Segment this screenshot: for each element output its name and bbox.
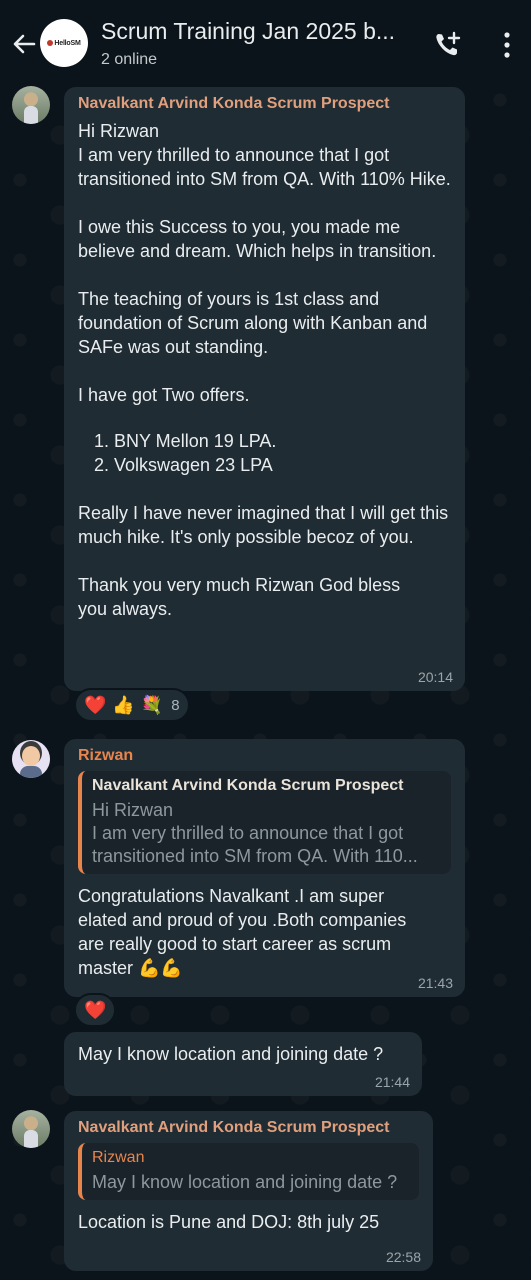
message-timestamp: 21:43 [417, 975, 453, 991]
message-text: Congratulations Navalkant .I am super el… [78, 886, 412, 978]
sender-avatar[interactable] [12, 86, 50, 124]
message-timestamp: 21:44 [374, 1074, 410, 1090]
message-paragraph: I owe this Success to you, you made me b… [78, 217, 437, 261]
quoted-text: I am very thrilled to announce that I go… [92, 823, 404, 843]
message-paragraph: Really I have never imagined that I will… [78, 503, 454, 547]
heart-reaction-icon: ❤️ [84, 999, 107, 1020]
sender-name[interactable]: Navalkant Arvind Konda Scrum Prospect [78, 95, 451, 113]
list-item: BNY Mellon 19 LPA. [114, 429, 451, 453]
group-avatar[interactable]: HelloSM [40, 19, 88, 67]
more-vertical-icon [504, 32, 510, 58]
message-text: Location is Pune and DOJ: 8th july 25 [78, 1212, 380, 1232]
message-paragraph: I have got Two offers. [78, 385, 250, 405]
back-button[interactable] [8, 28, 40, 60]
reaction-count: 8 [171, 696, 180, 714]
message-paragraph: The teaching of yours is 1st class and f… [78, 289, 433, 357]
message-timestamp: 20:14 [417, 669, 453, 685]
sender-avatar[interactable] [12, 740, 50, 778]
message-paragraph: Hi Rizwan I am very thrilled to announce… [78, 121, 451, 189]
sender-name[interactable]: Rizwan [78, 747, 451, 765]
chat-title: Scrum Training Jan 2025 b... [101, 18, 396, 44]
thumbs-up-reaction-icon: 👍 [112, 694, 135, 715]
message-bubble[interactable]: May I know location and joining date ? 2… [64, 1032, 422, 1096]
message-timestamp: 22:58 [385, 1249, 421, 1265]
quoted-sender: Rizwan [92, 1149, 145, 1166]
arrow-left-icon [13, 34, 36, 54]
reactions-bar[interactable]: ❤️ [74, 993, 117, 1027]
sender-avatar[interactable] [12, 1110, 50, 1148]
logo-mark-icon [47, 40, 54, 46]
message-bubble[interactable]: Navalkant Arvind Konda Scrum Prospect Ri… [64, 1111, 433, 1271]
chat-header: HelloSM Scrum Training Jan 2025 b... 2 o… [0, 0, 531, 84]
message-paragraph: Thank you very much Rizwan God bless you… [78, 575, 406, 619]
quoted-message[interactable]: Navalkant Arvind Konda Scrum Prospect Hi… [78, 771, 451, 874]
heart-reaction-icon: ❤️ [84, 694, 107, 715]
message-bubble[interactable]: Rizwan Navalkant Arvind Konda Scrum Pros… [64, 739, 465, 997]
quoted-text: Hi Rizwan [92, 800, 174, 820]
add-call-icon [436, 31, 461, 56]
online-status: 2 online [101, 51, 158, 68]
chat-title-area[interactable]: Scrum Training Jan 2025 b... 2 online [101, 18, 411, 69]
sender-name[interactable]: Navalkant Arvind Konda Scrum Prospect [78, 1119, 419, 1137]
offers-list: BNY Mellon 19 LPA. Volkswagen 23 LPA [78, 429, 451, 477]
add-call-button[interactable] [432, 28, 464, 60]
message-bubble[interactable]: Navalkant Arvind Konda Scrum Prospect Hi… [64, 87, 465, 691]
quoted-text: May I know location and joining date ? [92, 1172, 398, 1192]
quoted-sender: Navalkant Arvind Konda Scrum Prospect [92, 777, 404, 794]
list-item: Volkswagen 23 LPA [114, 453, 451, 477]
group-logo-text: HelloSM [54, 39, 81, 47]
quoted-text: transitioned into SM from QA. With 110..… [92, 846, 418, 866]
quoted-message[interactable]: Rizwan May I know location and joining d… [78, 1143, 419, 1200]
bouquet-reaction-icon: 💐 [140, 694, 164, 715]
reactions-bar[interactable]: ❤️ 👍 💐 8 [74, 688, 190, 722]
message-text: May I know location and joining date ? [78, 1044, 384, 1064]
more-options-button[interactable] [495, 30, 519, 60]
